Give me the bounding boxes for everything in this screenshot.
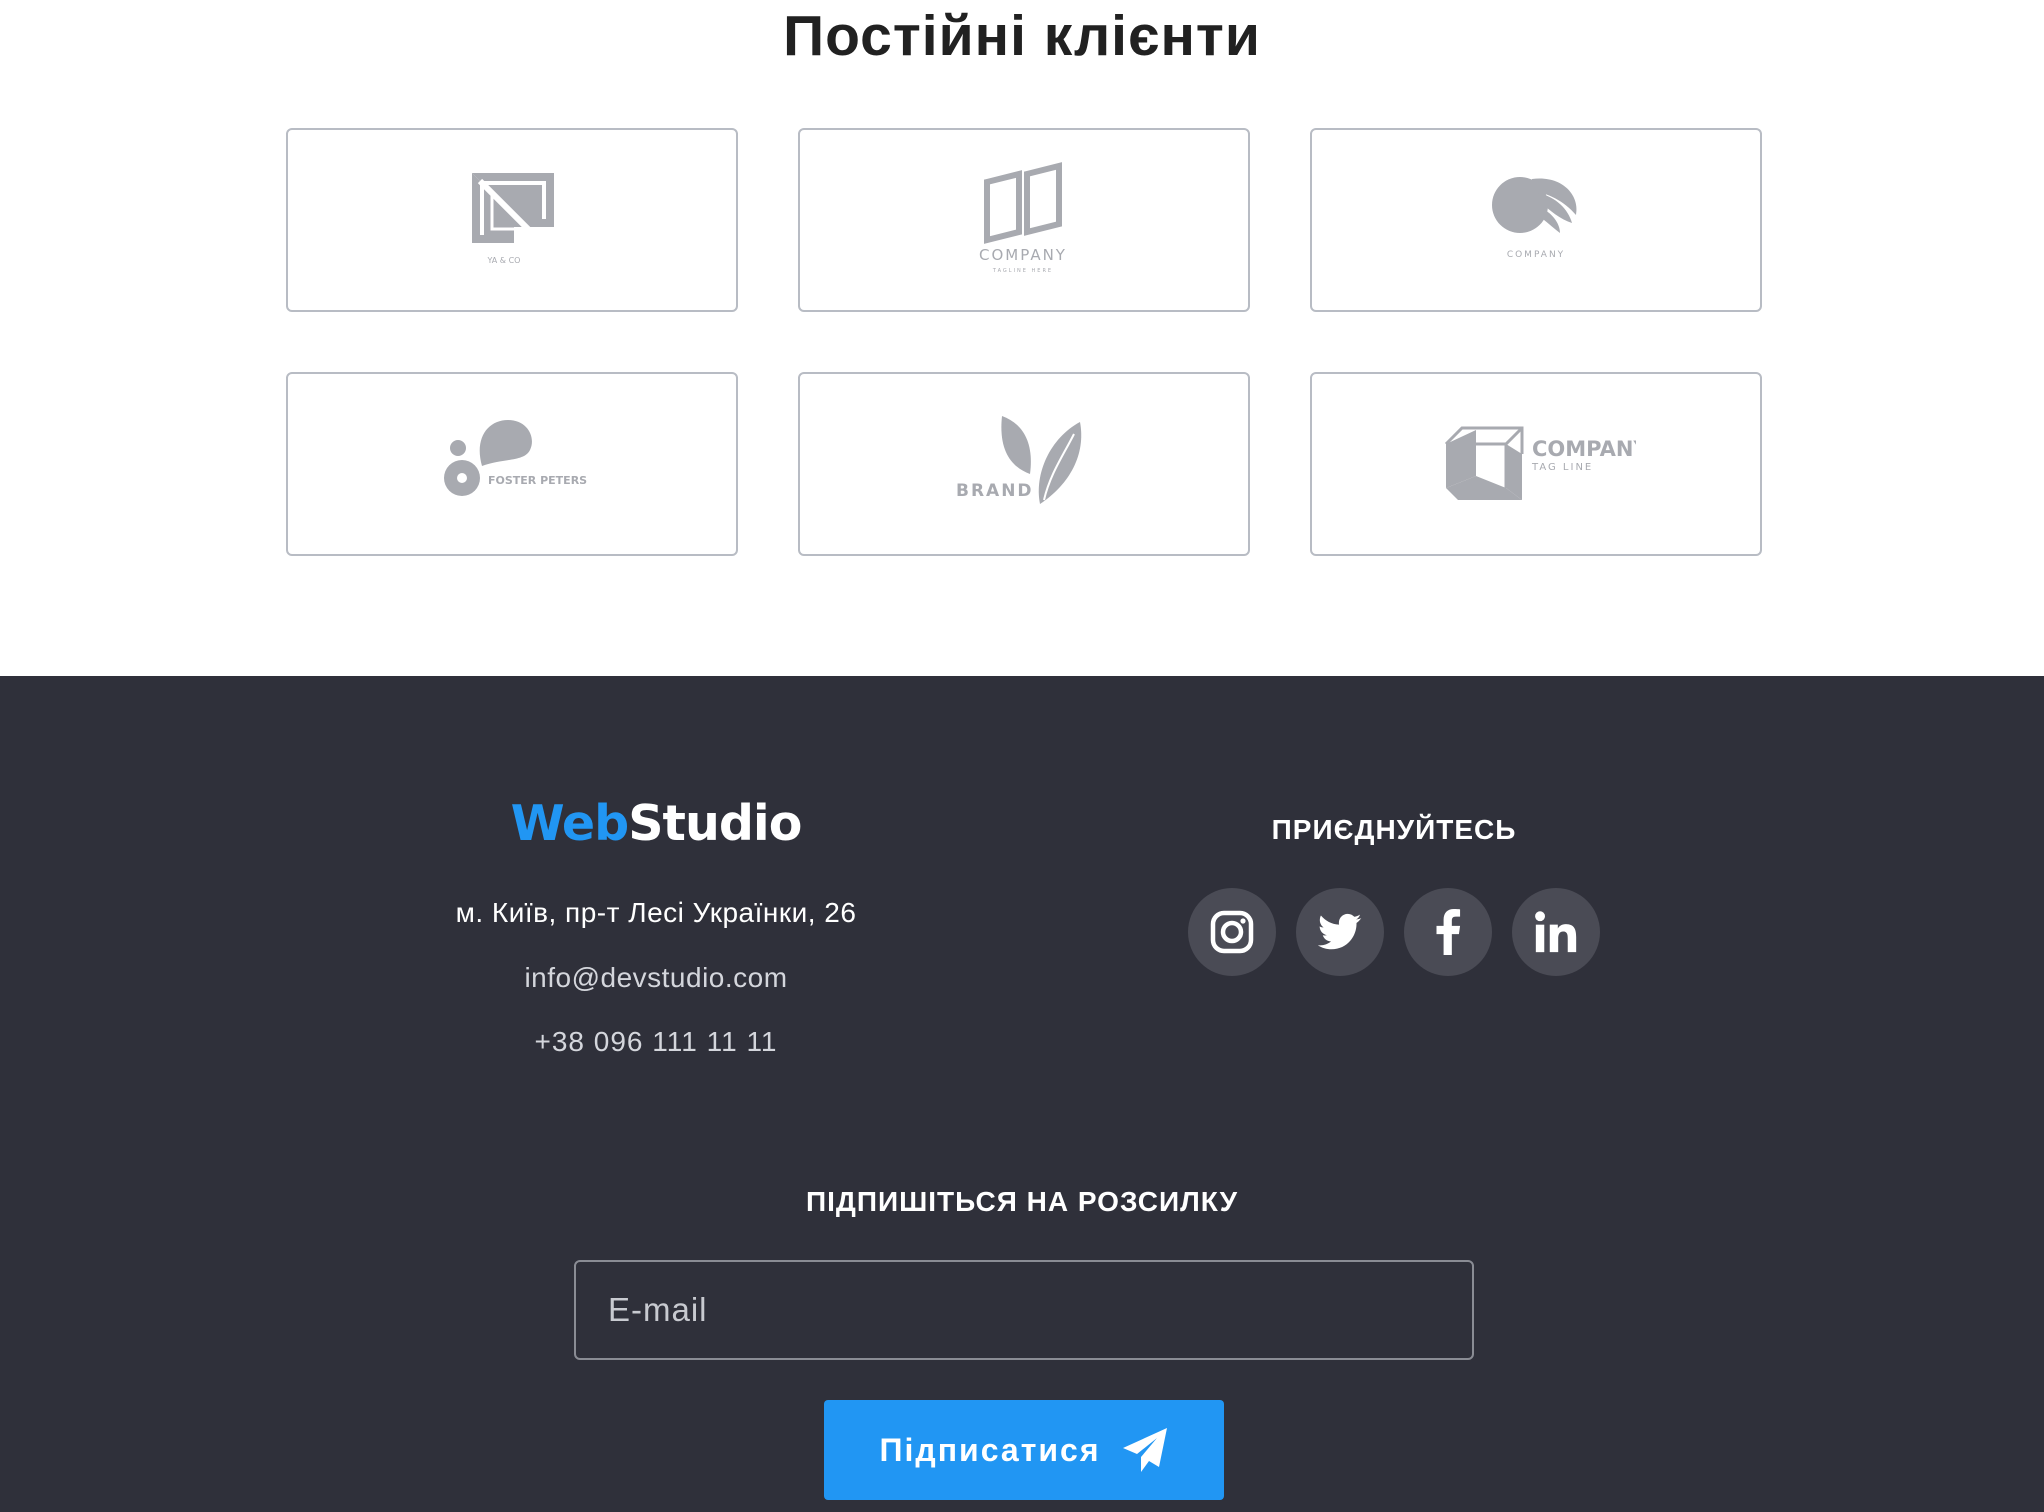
send-icon bbox=[1122, 1428, 1167, 1472]
subscribe-button-label: Підписатися bbox=[879, 1431, 1101, 1468]
client-logo-card: COMPANY TAGLINE HERE bbox=[798, 128, 1250, 312]
company-book-logo: COMPANY TAGLINE HERE bbox=[979, 162, 1067, 274]
client-logo-card: BRAND bbox=[798, 372, 1250, 556]
footer-email-link[interactable]: info@devstudio.com bbox=[406, 958, 906, 998]
footer-phone-link[interactable]: +38 096 111 11 11 bbox=[406, 1022, 906, 1062]
company-leaf-logo: COMPANY bbox=[1492, 177, 1577, 260]
instagram-link[interactable] bbox=[1188, 888, 1276, 976]
facebook-link[interactable] bbox=[1404, 888, 1492, 976]
company-leaf-text: COMPANY bbox=[1507, 250, 1565, 260]
foster-peters-logo: FOSTER PETERS bbox=[444, 420, 587, 496]
footer-logo[interactable]: WebStudio bbox=[456, 796, 856, 852]
company-book-tagline: TAGLINE HERE bbox=[992, 268, 1053, 274]
company-box-text: COMPANY bbox=[1532, 437, 1636, 461]
company-box-tagline: TAG LINE bbox=[1531, 462, 1593, 473]
company-book-text: COMPANY bbox=[979, 246, 1067, 264]
subscribe-email-input[interactable] bbox=[574, 1260, 1474, 1360]
ya-co-logo: YA & CO bbox=[472, 173, 554, 265]
client-logo-card: FOSTER PETERS bbox=[286, 372, 738, 556]
clients-section: Постійні клієнти YA & CO COMPANY TAGLINE… bbox=[0, 0, 2044, 676]
brand-logo: BRAND bbox=[956, 416, 1082, 504]
linkedin-link[interactable] bbox=[1512, 888, 1600, 976]
twitter-link[interactable] bbox=[1296, 888, 1384, 976]
linkedin-icon bbox=[1535, 911, 1577, 953]
client-logo-card: YA & CO bbox=[286, 128, 738, 312]
subscribe-title: ПІДПИШІТЬСЯ НА РОЗСИЛКУ bbox=[805, 1186, 1239, 1217]
logo-studio: Studio bbox=[628, 795, 802, 852]
footer bbox=[0, 676, 2044, 1512]
subscribe-button[interactable]: Підписатися bbox=[824, 1400, 1224, 1500]
logo-web: Web bbox=[510, 795, 630, 852]
footer-address: м. Київ, пр-т Лесі Українки, 26 bbox=[455, 897, 857, 928]
foster-peters-text: FOSTER PETERS bbox=[488, 474, 587, 487]
twitter-icon bbox=[1318, 913, 1362, 950]
clients-title: Постійні клієнти bbox=[783, 4, 1261, 68]
brand-text: BRAND bbox=[956, 481, 1034, 501]
join-title: ПРИЄДНУЙТЕСЬ bbox=[1271, 814, 1517, 845]
facebook-icon bbox=[1436, 909, 1461, 955]
instagram-icon bbox=[1210, 910, 1254, 954]
company-box-logo: COMPANY TAG LINE bbox=[1444, 426, 1636, 500]
client-logo-card: COMPANY bbox=[1310, 128, 1762, 312]
ya-co-text: YA & CO bbox=[487, 256, 521, 265]
client-logo-card: COMPANY TAG LINE bbox=[1310, 372, 1762, 556]
